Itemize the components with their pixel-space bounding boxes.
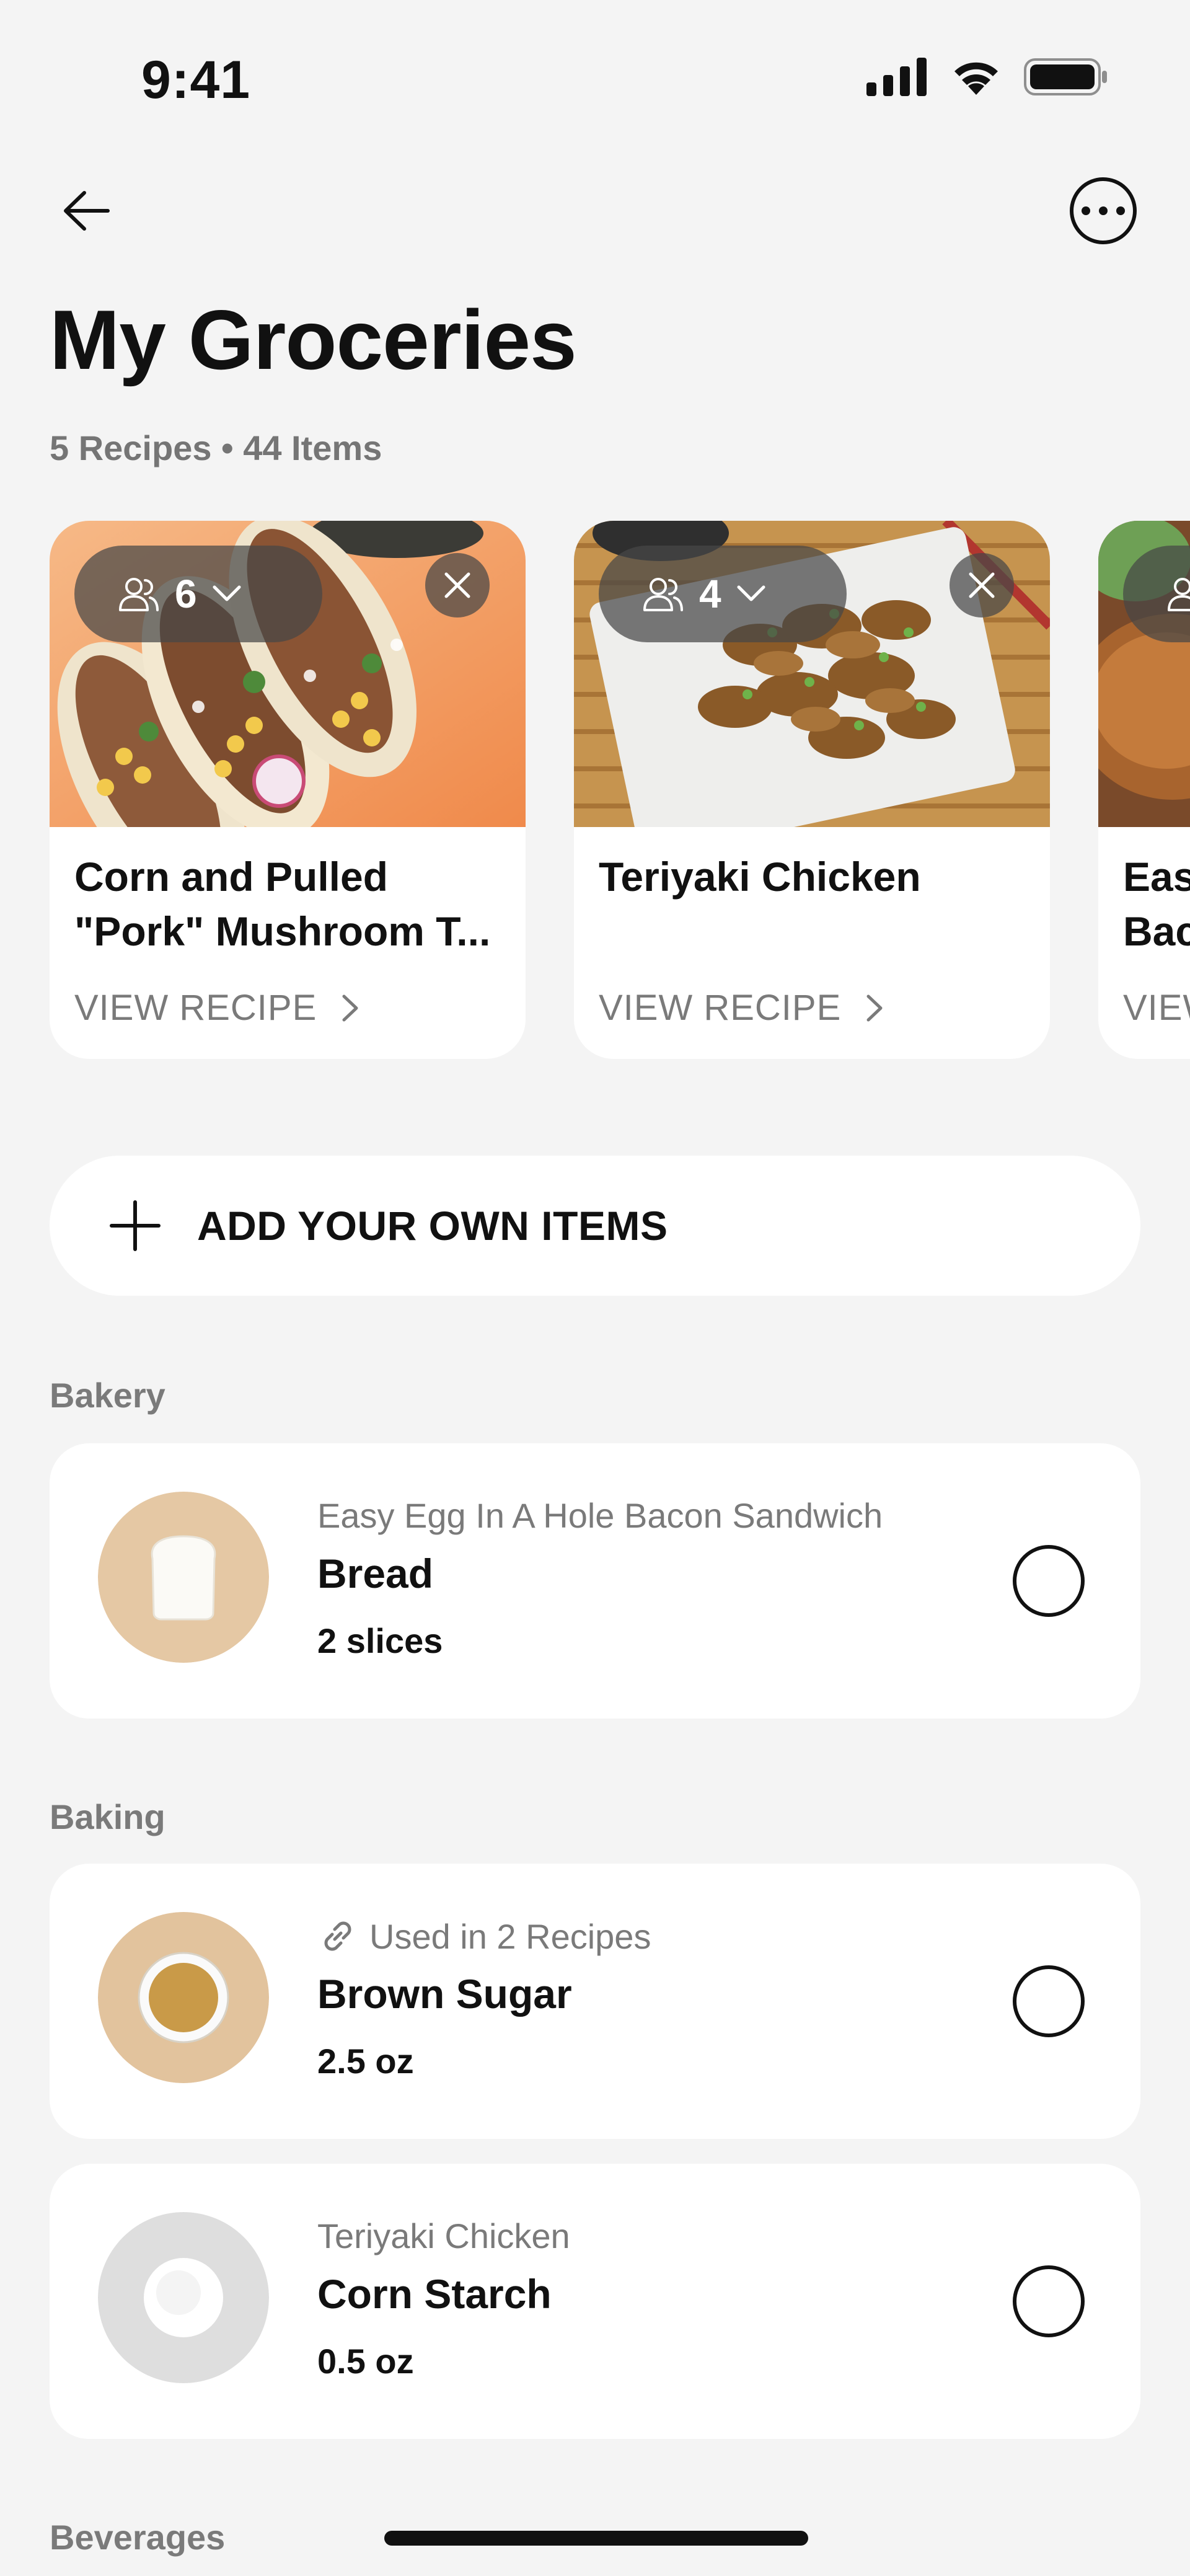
grocery-item-card[interactable]: Easy Egg In A Hole Bacon Sandwich Bread … (50, 1443, 1140, 1719)
status-icons (866, 57, 1108, 97)
recipe-carousel[interactable]: 6 Corn and Pulled "Pork" Mushroom T... V… (50, 521, 1190, 1060)
item-quantity: 0.5 oz (317, 2342, 414, 2381)
more-dot-icon (1082, 206, 1090, 215)
back-button[interactable] (56, 180, 118, 242)
page-subtitle: 5 Recipes • 44 Items (50, 428, 382, 467)
recipe-title: Teriyaki Chicken (599, 854, 921, 900)
plus-icon (110, 1200, 161, 1251)
view-recipe-link[interactable]: VIEW RECIPE (74, 987, 359, 1029)
item-checkbox[interactable] (1013, 1965, 1085, 2037)
section-label-baking: Baking (50, 1797, 165, 1836)
servings-count: 4 (699, 572, 721, 616)
item-name: Corn Starch (317, 2271, 552, 2317)
people-icon (1168, 578, 1190, 611)
item-thumbnail (98, 2212, 269, 2383)
recipe-card[interactable]: 4 Teriyaki Chicken VIEW RECIPE (574, 521, 1050, 1059)
view-recipe-link[interactable]: VIEW RECIPE (599, 987, 883, 1029)
more-dot-icon (1116, 206, 1125, 215)
item-recipe-source: Teriyaki Chicken (317, 2216, 570, 2255)
item-thumbnail (98, 1492, 269, 1663)
chevron-right-icon (866, 994, 883, 1021)
cellular-signal-icon (866, 58, 927, 96)
servings-selector[interactable]: 4 (599, 546, 847, 642)
chevron-down-icon (737, 585, 765, 601)
people-icon (643, 578, 683, 611)
people-icon (119, 578, 159, 611)
battery-icon (1024, 58, 1107, 95)
item-quantity: 2.5 oz (317, 2042, 414, 2081)
view-recipe-label: VIEW (1123, 988, 1190, 1028)
view-recipe-label: VIEW RECIPE (74, 988, 317, 1028)
section-label-bakery: Bakery (50, 1376, 165, 1415)
add-own-items-button[interactable]: ADD YOUR OWN ITEMS (50, 1156, 1140, 1296)
recipe-card[interactable]: Eas Bac VIEW (1098, 521, 1190, 1059)
more-options-button[interactable] (1070, 177, 1137, 244)
item-checkbox[interactable] (1013, 2265, 1085, 2337)
item-recipe-source: Easy Egg In A Hole Bacon Sandwich (317, 1496, 883, 1535)
recipe-card[interactable]: 6 Corn and Pulled "Pork" Mushroom T... V… (50, 521, 526, 1059)
item-quantity: 2 slices (317, 1621, 443, 1660)
status-time: 9:41 (141, 50, 251, 110)
close-icon (969, 572, 995, 598)
wifi-icon (954, 62, 998, 95)
grocery-item-card[interactable]: Used in 2 Recipes Brown Sugar 2.5 oz (50, 1864, 1140, 2139)
servings-selector[interactable]: 6 (74, 546, 322, 642)
add-own-items-label: ADD YOUR OWN ITEMS (197, 1203, 668, 1249)
chevron-right-icon (342, 994, 358, 1021)
close-icon (444, 572, 470, 598)
servings-count: 6 (175, 572, 197, 616)
item-recipe-source: Used in 2 Recipes (317, 1916, 651, 1957)
item-recipe-source-label: Used in 2 Recipes (369, 1916, 651, 1956)
view-recipe-link[interactable]: VIEW (1123, 987, 1190, 1029)
recipe-title: Corn and Pulled "Pork" Mushroom T... (74, 854, 491, 954)
remove-recipe-button[interactable] (425, 553, 490, 617)
remove-recipe-button[interactable] (950, 553, 1014, 617)
page-title: My Groceries (50, 293, 577, 387)
item-checkbox[interactable] (1013, 1545, 1085, 1617)
chevron-down-icon (213, 585, 241, 601)
section-label-beverages: Beverages (50, 2518, 226, 2557)
view-recipe-label: VIEW RECIPE (599, 988, 842, 1028)
more-dot-icon (1099, 206, 1108, 215)
item-thumbnail (98, 1912, 269, 2083)
link-icon (324, 1921, 351, 1951)
recipe-title: Eas Bac (1123, 854, 1190, 954)
grocery-item-card[interactable]: Teriyaki Chicken Corn Starch 0.5 oz (50, 2164, 1140, 2439)
item-name: Brown Sugar (317, 1971, 572, 2017)
item-name: Bread (317, 1551, 434, 1596)
home-indicator[interactable] (384, 2531, 808, 2546)
arrow-left-icon (64, 191, 110, 231)
